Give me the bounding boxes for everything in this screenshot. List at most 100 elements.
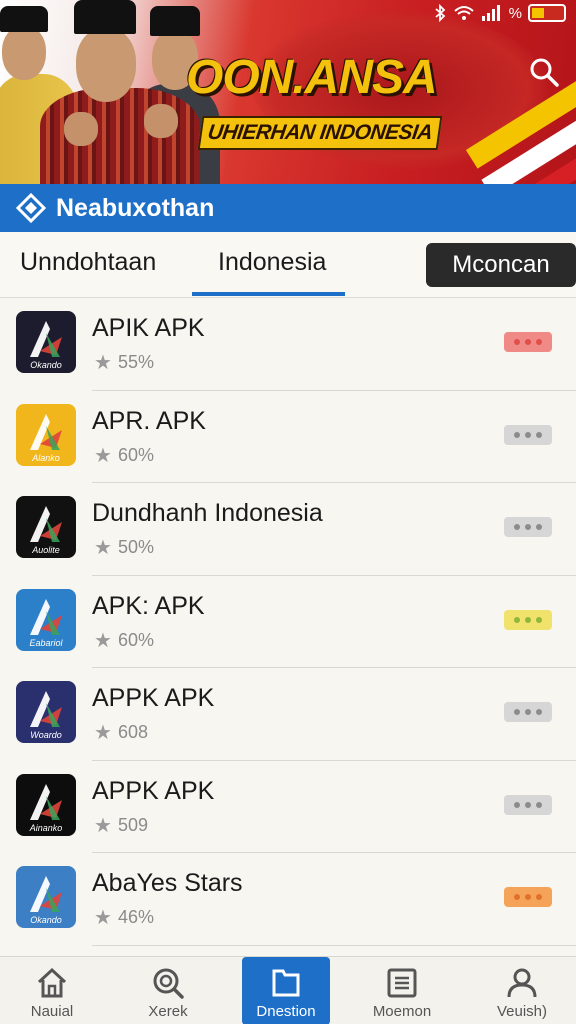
person-figure [40, 0, 210, 184]
more-options-button[interactable] [504, 517, 552, 537]
more-options-button[interactable] [504, 332, 552, 352]
dot [525, 431, 531, 438]
app-icon-label: Okando [30, 360, 62, 370]
star-icon: ★ [94, 352, 112, 374]
app-rating: ★ 60% [94, 443, 154, 468]
rating-value: 509 [117, 814, 148, 835]
dot [525, 894, 531, 900]
app-name: APPK APK [92, 776, 215, 805]
search-icon[interactable] [528, 56, 560, 88]
dot [536, 431, 542, 438]
dot [525, 616, 531, 623]
dot [514, 431, 520, 438]
list-item[interactable]: Eabariol APK: APK ★ 60% [16, 576, 576, 668]
dot [525, 339, 531, 345]
banner-subtitle: UHIERHAN INDONESIA [197, 116, 443, 150]
rating-value: 55% [117, 352, 154, 372]
dot [514, 801, 520, 808]
list-item[interactable]: Ainanko APPK APK ★ 509 [16, 761, 576, 853]
nav-list[interactable]: Moemon [358, 957, 446, 1024]
app-icon[interactable]: Ainanko [16, 773, 76, 836]
dot [514, 524, 520, 530]
app-rating: ★ 608 [94, 720, 148, 745]
hero-banner: OON.ANSA UHIERHAN INDONESIA % [0, 0, 576, 184]
rating-value: 50% [117, 537, 154, 557]
wifi-icon [453, 6, 474, 20]
nav-label: Xerek [148, 1003, 188, 1020]
app-name: Dundhanh Indonesia [92, 499, 323, 527]
app-icon-label: Okando [30, 915, 62, 925]
more-options-button[interactable] [504, 887, 552, 907]
app-icon[interactable]: Alanko [16, 403, 76, 466]
list-icon [387, 968, 417, 998]
app-icon[interactable]: Okando [16, 866, 76, 928]
app-icon-label: Eabariol [29, 638, 63, 648]
app-name: APR. APK [92, 406, 206, 435]
star-icon: ★ [94, 444, 112, 467]
app-icon-label: Alanko [31, 453, 60, 463]
nav-label: Moemon [372, 1003, 432, 1020]
app-name: APK: APK [92, 591, 205, 620]
more-options-button[interactable] [504, 609, 552, 630]
rating-value: 60% [117, 629, 154, 650]
dot [514, 709, 520, 715]
tab-indonesia[interactable]: Indonesia [218, 248, 326, 277]
nav-label: Veuish) [496, 1003, 548, 1020]
battery-icon [528, 4, 566, 22]
list-item[interactable]: Okando AbaYes Stars ★ 46% [16, 853, 576, 946]
app-rating: ★ 46% [94, 905, 154, 930]
banner-title: OON.ANSA [186, 51, 438, 104]
rating-value: 608 [117, 722, 148, 742]
dot [536, 339, 542, 345]
more-options-button[interactable] [504, 794, 552, 815]
more-options-button[interactable] [504, 702, 552, 722]
dot [536, 801, 542, 808]
dot [525, 524, 531, 530]
star-icon: ★ [94, 907, 112, 929]
nav-label: Nauial [30, 1003, 74, 1020]
app-rating: ★ 50% [94, 535, 154, 560]
app-bar: Neabuxothan [0, 184, 576, 232]
dot [536, 524, 542, 530]
dot [536, 709, 542, 715]
dot [514, 339, 520, 345]
list-item[interactable]: Auolite Dundhanh Indonesia ★ 50% [16, 483, 576, 576]
bluetooth-icon [435, 4, 445, 22]
app-list: Okando APIK APK ★ 55% Alanko APR. APK ★ … [0, 298, 576, 946]
folder-icon [272, 969, 300, 997]
list-item[interactable]: Okando APIK APK ★ 55% [16, 298, 576, 391]
mconcan-button[interactable]: Mconcan [426, 243, 576, 287]
signal-icon [481, 5, 500, 21]
tab-unndohtaan[interactable]: Unndohtaan [20, 248, 156, 277]
app-icon[interactable]: Woardo [16, 681, 76, 743]
nav-home[interactable]: Nauial [8, 957, 96, 1024]
dot [514, 894, 520, 900]
app-name: APPK APK [92, 684, 215, 712]
signal-text: % [508, 4, 522, 22]
status-bar: % [433, 4, 566, 22]
app-rating: ★ 60% [94, 628, 154, 653]
list-item[interactable]: Alanko APR. APK ★ 60% [16, 391, 576, 483]
app-icon-label: Ainanko [29, 823, 63, 833]
app-icon[interactable]: Auolite [16, 496, 76, 558]
dot [514, 616, 520, 623]
dot [536, 894, 542, 900]
nav-label: Dnestion [256, 1003, 316, 1020]
list-item[interactable]: Woardo APPK APK ★ 608 [16, 668, 576, 761]
search-icon [153, 968, 184, 999]
app-icon[interactable]: Okando [16, 311, 76, 373]
nav-profile[interactable]: Veuish) [478, 957, 566, 1024]
app-title: Neabuxothan [56, 193, 215, 222]
more-options-button[interactable] [504, 424, 552, 445]
app-name: AbaYes Stars [92, 869, 243, 897]
tab-selected-indicator [192, 292, 345, 296]
user-icon [507, 968, 537, 998]
star-icon: ★ [94, 537, 112, 559]
star-icon: ★ [94, 814, 112, 837]
nav-search[interactable]: Xerek [124, 957, 212, 1024]
app-icon[interactable]: Eabariol [16, 588, 76, 651]
app-name: APIK APK [92, 314, 205, 342]
dot [525, 801, 531, 808]
nav-folder[interactable]: Dnestion [242, 957, 330, 1024]
home-icon [37, 967, 67, 998]
